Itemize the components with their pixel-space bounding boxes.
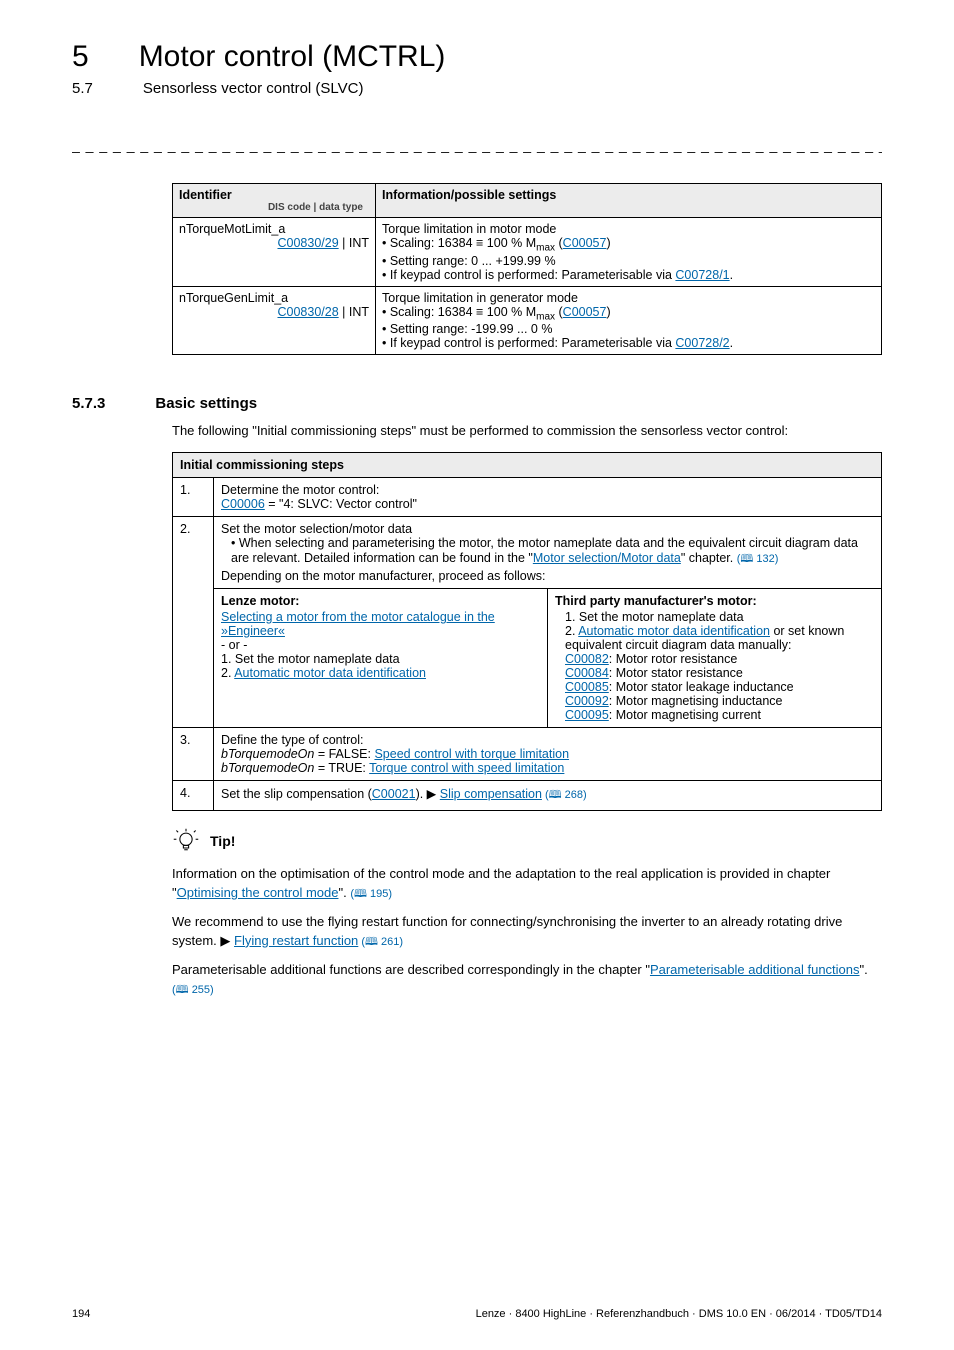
step-text: 1. Set the motor nameplate data <box>565 610 874 624</box>
auto-motor-id-link[interactable]: Automatic motor data identification <box>234 666 426 680</box>
subsection-number: 5.7.3 <box>72 395 105 412</box>
table1-head-dis: DIS code | data type <box>179 202 369 213</box>
c00082-link[interactable]: C00082 <box>565 652 609 666</box>
table-row: Lenze motor: Selecting a motor from the … <box>173 589 882 728</box>
identifier-table: Identifier DIS code | data type Informat… <box>172 183 882 355</box>
identifier-name: nTorqueGenLimit_a <box>179 291 369 305</box>
footer-doc-info: Lenze · 8400 HighLine · Referenzhandbuch… <box>476 1308 882 1320</box>
c00092-link[interactable]: C00092 <box>565 694 609 708</box>
param-desc: : Motor stator resistance <box>609 666 743 680</box>
page-ref[interactable]: (🕮 195) <box>350 888 392 900</box>
param-desc: : Motor magnetising current <box>609 708 761 722</box>
step-text: " chapter. <box>681 551 737 565</box>
c00728-1-link[interactable]: C00728/1 <box>675 268 729 282</box>
step-text: 2. <box>221 666 234 680</box>
step-text: Determine the motor control: <box>221 483 874 497</box>
identifier-code-link[interactable]: C00830/29 <box>277 236 338 250</box>
commissioning-steps-table: Initial commissioning steps 1. Determine… <box>172 452 882 811</box>
table-row: nTorqueMotLimit_a C00830/29 | INT Torque… <box>173 218 882 287</box>
tip-label: Tip! <box>210 827 235 849</box>
intro-text: The following "Initial commissioning ste… <box>172 422 882 440</box>
table1-head-info: Information/possible settings <box>376 184 882 218</box>
tip-text: ". <box>860 962 868 977</box>
c00057-link[interactable]: C00057 <box>563 236 607 250</box>
step-number: 1. <box>173 478 214 517</box>
param-desc: : Motor magnetising inductance <box>609 694 783 708</box>
step-text: Define the type of control: <box>221 733 874 747</box>
tip-body: Information on the optimisation of the c… <box>172 865 882 998</box>
param-additional-functions-link[interactable]: Parameterisable additional functions <box>650 962 860 977</box>
page-ref[interactable]: (🕮 255) <box>172 984 214 996</box>
table-row: 3. Define the type of control: bTorquemo… <box>173 728 882 781</box>
steps-header: Initial commissioning steps <box>173 453 882 478</box>
step-text: Set the motor selection/motor data <box>221 522 874 536</box>
page-ref[interactable]: (🕮 132) <box>737 553 779 565</box>
step-text: = "4: SLVC: Vector control" <box>265 497 417 511</box>
divider-dashes: _ _ _ _ _ _ _ _ _ _ _ _ _ _ _ _ _ _ _ _ … <box>72 137 882 153</box>
tip-text: ". <box>338 885 350 900</box>
step-text: Set the slip compensation ( <box>221 787 372 801</box>
identifier-dtype: | INT <box>339 236 369 250</box>
c00084-link[interactable]: C00084 <box>565 666 609 680</box>
table-row: 1. Determine the motor control: C00006 =… <box>173 478 882 517</box>
speed-control-link[interactable]: Speed control with torque limitation <box>374 747 569 761</box>
step-number: 4. <box>173 781 214 811</box>
info-line: • Scaling: 16384 ≡ 100 % Mmax (C00057) <box>382 305 875 323</box>
c00085-link[interactable]: C00085 <box>565 680 609 694</box>
table1-head-identifier: Identifier <box>179 188 369 202</box>
identifier-name: nTorqueMotLimit_a <box>179 222 369 236</box>
c00021-link[interactable]: C00021 <box>372 787 416 801</box>
section-title: Sensorless vector control (SLVC) <box>143 80 364 97</box>
select-motor-catalogue-link[interactable]: Selecting a motor from the motor catalog… <box>221 610 495 638</box>
info-line: • Setting range: 0 ... +199.99 % <box>382 254 875 268</box>
or-text: - or - <box>221 638 540 652</box>
step-number: 2. <box>173 517 214 728</box>
step-text: = FALSE: <box>314 747 374 761</box>
var-name: bTorquemodeOn <box>221 747 314 761</box>
info-line: Torque limitation in motor mode <box>382 222 875 236</box>
optimising-control-mode-link[interactable]: Optimising the control mode <box>177 885 339 900</box>
info-line: Torque limitation in generator mode <box>382 291 875 305</box>
tip-icon <box>172 827 200 855</box>
step-text: 2. <box>565 624 578 638</box>
tip-text: Parameterisable additional functions are… <box>172 962 650 977</box>
table-row: 2. Set the motor selection/motor data • … <box>173 517 882 589</box>
info-line: • If keypad control is performed: Parame… <box>382 336 875 350</box>
lenze-motor-head: Lenze motor: <box>221 594 540 608</box>
c00728-2-link[interactable]: C00728/2 <box>675 336 729 350</box>
c00006-link[interactable]: C00006 <box>221 497 265 511</box>
table-row: nTorqueGenLimit_a C00830/28 | INT Torque… <box>173 286 882 355</box>
chapter-number: 5 <box>72 40 89 74</box>
identifier-code-link[interactable]: C00830/28 <box>277 305 338 319</box>
step-text: 1. Set the motor nameplate data <box>221 652 540 666</box>
c00095-link[interactable]: C00095 <box>565 708 609 722</box>
info-line: • Scaling: 16384 ≡ 100 % Mmax (C00057) <box>382 236 875 254</box>
subsection-title: Basic settings <box>155 395 257 412</box>
torque-control-link[interactable]: Torque control with speed limitation <box>369 761 564 775</box>
step-text: ). ▶ <box>416 787 440 801</box>
page-ref[interactable]: (🕮 261) <box>358 936 403 948</box>
page-ref[interactable]: (🕮 268) <box>542 789 587 801</box>
footer-page-number: 194 <box>72 1308 90 1320</box>
identifier-dtype: | INT <box>339 305 369 319</box>
var-name: bTorquemodeOn <box>221 761 314 775</box>
param-desc: : Motor rotor resistance <box>609 652 738 666</box>
info-line: • If keypad control is performed: Parame… <box>382 268 875 282</box>
slip-compensation-link[interactable]: Slip compensation <box>440 787 542 801</box>
step-text: = TRUE: <box>314 761 369 775</box>
step-text: Depending on the motor manufacturer, pro… <box>221 569 874 583</box>
step-number: 3. <box>173 728 214 781</box>
third-party-motor-head: Third party manufacturer's motor: <box>555 594 874 608</box>
info-line: • Setting range: -199.99 ... 0 % <box>382 322 875 336</box>
c00057-link[interactable]: C00057 <box>563 305 607 319</box>
param-desc: : Motor stator leakage inductance <box>609 680 794 694</box>
chapter-title: Motor control (MCTRL) <box>139 40 446 74</box>
auto-motor-id-link[interactable]: Automatic motor data identification <box>578 624 770 638</box>
flying-restart-link[interactable]: Flying restart function <box>234 933 358 948</box>
motor-selection-link[interactable]: Motor selection/Motor data <box>533 551 681 565</box>
section-number: 5.7 <box>72 80 93 97</box>
table-row: 4. Set the slip compensation (C00021). ▶… <box>173 781 882 811</box>
